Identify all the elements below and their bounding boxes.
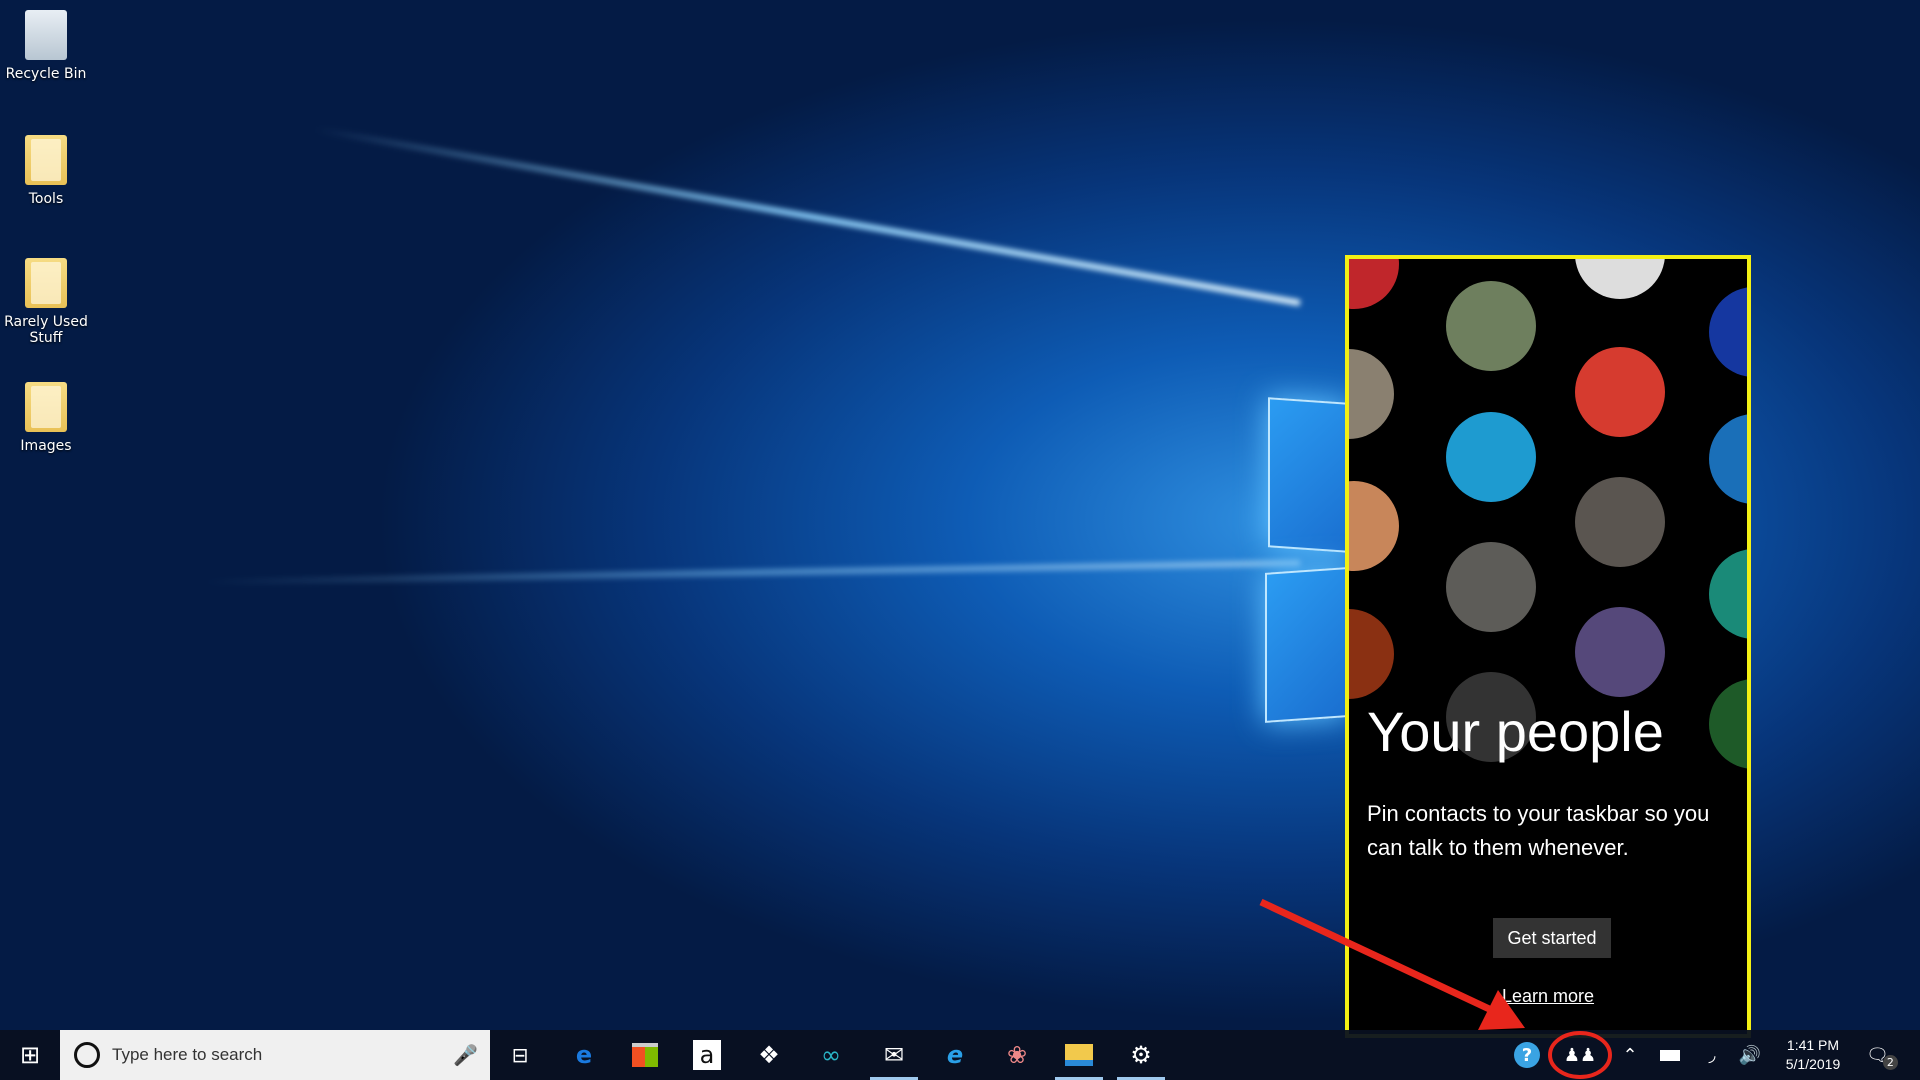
search-box[interactable]: Type here to search 🎤 — [60, 1030, 490, 1080]
task-view-button[interactable]: ⊟ — [492, 1030, 548, 1080]
gear-icon: ⚙ — [1130, 1041, 1152, 1069]
recycle-bin-icon — [25, 10, 67, 60]
file-explorer-button[interactable] — [1051, 1030, 1107, 1080]
contact-avatar — [1575, 255, 1665, 299]
wallpaper-light-beam — [315, 126, 1301, 306]
battery-icon — [1660, 1050, 1680, 1061]
settings-button[interactable]: ⚙ — [1113, 1030, 1169, 1080]
internet-explorer-button[interactable]: e — [927, 1030, 983, 1080]
folder-icon — [1065, 1044, 1093, 1066]
people-tray-button[interactable]: ♟♟ — [1562, 1030, 1598, 1080]
contact-avatar — [1709, 679, 1751, 769]
help-tray-button[interactable]: ? — [1510, 1030, 1544, 1080]
task-view-icon: ⊟ — [512, 1043, 529, 1067]
contact-avatar — [1575, 607, 1665, 697]
show-hidden-icons-button[interactable]: ⌃ — [1616, 1030, 1644, 1080]
contact-avatar — [1345, 349, 1394, 439]
get-started-button[interactable]: Get started — [1493, 918, 1611, 958]
store-button[interactable] — [617, 1030, 673, 1080]
windows-logo-icon: ⊞ — [20, 1041, 40, 1069]
notification-count: 2 — [1883, 1055, 1898, 1070]
contact-avatar — [1446, 542, 1536, 632]
infinity-app-button[interactable]: ∞ — [803, 1030, 859, 1080]
contact-avatar — [1575, 347, 1665, 437]
contact-avatar — [1709, 549, 1751, 639]
battery-button[interactable] — [1654, 1030, 1686, 1080]
contact-avatar — [1709, 287, 1751, 377]
contact-avatar — [1345, 481, 1399, 571]
chevron-up-icon: ⌃ — [1622, 1045, 1637, 1066]
desktop-icon-rarely-used-stuff[interactable]: Rarely Used Stuff — [1, 258, 91, 346]
learn-more-link[interactable]: Learn more — [1349, 986, 1747, 1007]
mail-button[interactable]: ✉ — [866, 1030, 922, 1080]
search-placeholder: Type here to search — [112, 1045, 262, 1065]
edge-icon: e — [576, 1041, 592, 1069]
store-icon — [632, 1043, 658, 1067]
people-icon: ♟♟ — [1564, 1045, 1596, 1066]
paint-3d-button[interactable]: ❀ — [989, 1030, 1045, 1080]
volume-button[interactable]: 🔊 — [1734, 1030, 1766, 1080]
desktop-icon-images[interactable]: Images — [1, 382, 91, 454]
infinity-icon: ∞ — [821, 1041, 841, 1069]
network-button[interactable]: ◞ — [1696, 1030, 1728, 1080]
internet-explorer-icon: e — [947, 1041, 963, 1069]
paint-icon: ❀ — [1007, 1041, 1027, 1069]
microphone-icon[interactable]: 🎤 — [453, 1043, 478, 1067]
folder-icon — [25, 382, 67, 432]
contact-avatar — [1345, 255, 1399, 309]
help-icon: ? — [1514, 1042, 1540, 1068]
edge-button[interactable]: e — [556, 1030, 612, 1080]
folder-icon — [25, 258, 67, 308]
wifi-icon: ◞ — [1709, 1045, 1716, 1066]
amazon-icon: a — [693, 1040, 721, 1070]
contact-avatar — [1345, 609, 1394, 699]
volume-icon: 🔊 — [1739, 1045, 1761, 1066]
desktop-icon-recycle-bin[interactable]: Recycle Bin — [1, 10, 91, 82]
mail-icon: ✉ — [884, 1041, 904, 1069]
panel-title: Your people — [1367, 699, 1664, 764]
wallpaper-window-pane — [1268, 397, 1348, 553]
dropbox-button[interactable]: ❖ — [741, 1030, 797, 1080]
wallpaper-window-pane — [1265, 567, 1347, 723]
taskbar: ⊞ Type here to search 🎤 ⊟ e a ❖ ∞ ✉ e ❀ … — [0, 1030, 1920, 1080]
cortana-icon — [74, 1042, 100, 1068]
contact-avatar — [1575, 477, 1665, 567]
amazon-button[interactable]: a — [679, 1030, 735, 1080]
dropbox-icon: ❖ — [758, 1041, 780, 1069]
start-button[interactable]: ⊞ — [2, 1030, 58, 1080]
panel-description: Pin contacts to your taskbar so you can … — [1367, 797, 1747, 865]
contact-avatar — [1446, 281, 1536, 371]
date: 5/1/2019 — [1775, 1055, 1851, 1074]
contact-avatar — [1709, 414, 1751, 504]
desktop-icon-tools[interactable]: Tools — [1, 135, 91, 207]
contact-avatar — [1446, 412, 1536, 502]
folder-icon — [25, 135, 67, 185]
action-center-button[interactable]: 🗨2 — [1862, 1030, 1902, 1080]
people-flyout: Your people Pin contacts to your taskbar… — [1345, 255, 1751, 1038]
wallpaper-light-beam — [200, 560, 1300, 585]
clock[interactable]: 1:41 PM5/1/2019 — [1775, 1036, 1851, 1074]
time: 1:41 PM — [1775, 1036, 1851, 1055]
